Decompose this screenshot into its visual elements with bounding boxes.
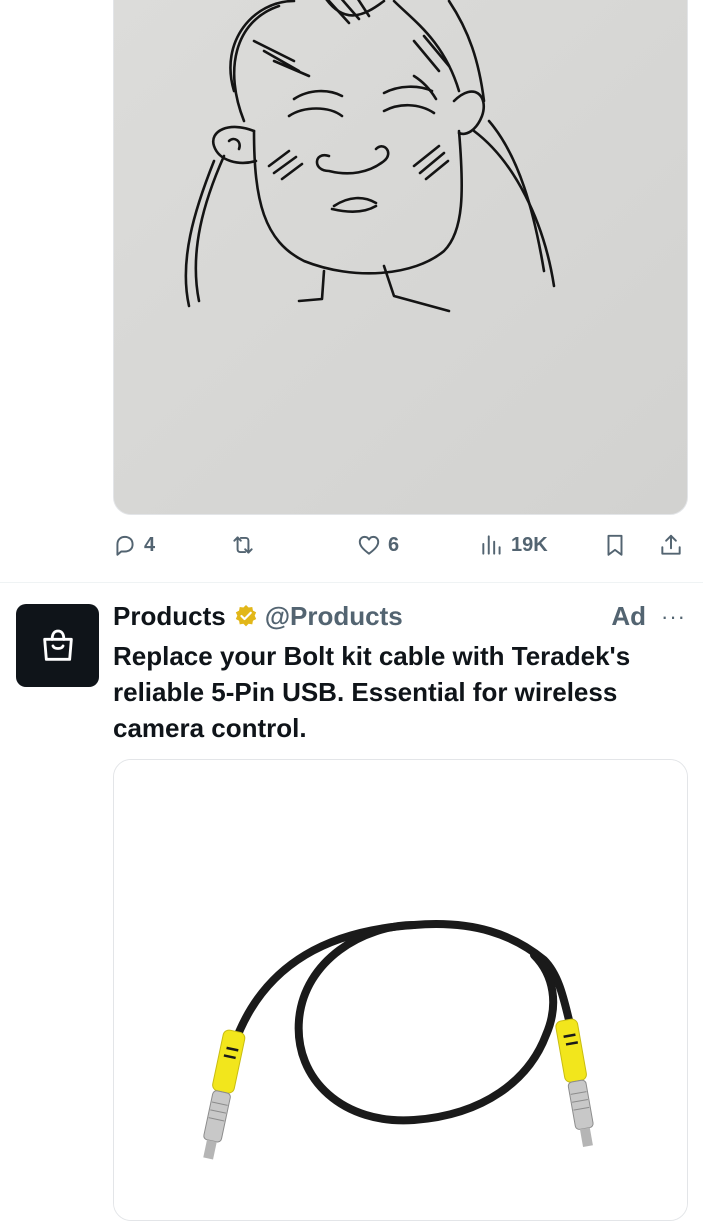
- views-count: 19K: [511, 533, 548, 556]
- ad-label: Ad: [611, 600, 646, 631]
- retweet-button[interactable]: [230, 527, 262, 563]
- share-icon: [661, 534, 681, 555]
- reply-icon: [116, 535, 134, 556]
- views-button[interactable]: 19K: [479, 527, 548, 563]
- bookmark-icon: [607, 534, 623, 556]
- author-name[interactable]: Products: [113, 601, 226, 632]
- tweet-action-bar: 4 6 19K: [112, 527, 692, 563]
- reply-count: 4: [144, 533, 156, 556]
- share-button[interactable]: [658, 527, 684, 563]
- ink-drawing-of-face: [114, 0, 687, 514]
- ad-tweet-header: Products @Products Ad ···: [113, 598, 688, 634]
- cable-product-image: [114, 760, 687, 1220]
- like-button[interactable]: 6: [356, 527, 399, 563]
- ad-tweet-text: Replace your Bolt kit cable with Teradek…: [113, 641, 631, 743]
- bookmark-button[interactable]: [602, 527, 628, 563]
- tweet-divider: [0, 582, 703, 583]
- heart-icon: [358, 535, 380, 555]
- ad-media-image[interactable]: [113, 759, 688, 1221]
- reply-button[interactable]: 4: [112, 527, 155, 563]
- author-handle[interactable]: @Products: [265, 601, 403, 632]
- more-icon[interactable]: ···: [661, 604, 686, 630]
- tweet-media-image[interactable]: [113, 0, 688, 515]
- like-count: 6: [388, 533, 400, 556]
- avatar[interactable]: [16, 604, 99, 687]
- shopping-bag-icon: [42, 629, 73, 661]
- views-icon: [482, 535, 501, 555]
- retweet-icon: [233, 536, 253, 554]
- verified-gold-badge-icon[interactable]: [233, 603, 259, 629]
